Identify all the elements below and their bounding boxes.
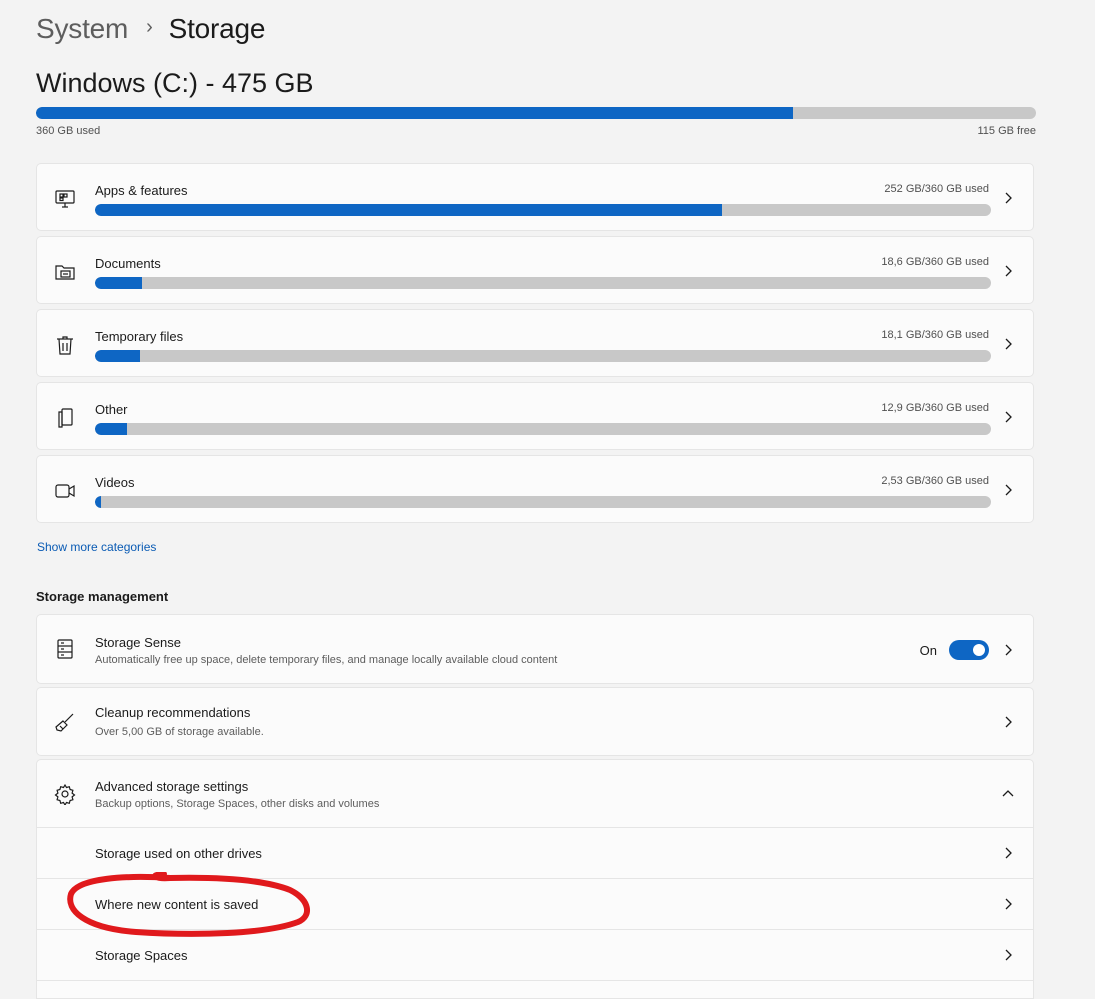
storage-spaces-row[interactable]: Storage Spaces bbox=[37, 930, 1033, 981]
storage-drive-icon bbox=[57, 639, 73, 659]
storage-sense-toggle[interactable] bbox=[949, 640, 989, 660]
sub-row-label: Storage Spaces bbox=[95, 948, 188, 963]
advanced-storage-settings: Advanced storage settings Backup options… bbox=[36, 759, 1034, 999]
category-label: Videos bbox=[95, 475, 135, 490]
gear-icon bbox=[54, 783, 76, 805]
broom-icon bbox=[55, 713, 74, 732]
category-usage-bar bbox=[95, 204, 991, 216]
drive-free-label: 115 GB free bbox=[977, 125, 1037, 137]
chevron-right-icon bbox=[1005, 898, 1012, 910]
category-documents[interactable]: Documents 18,6 GB/360 GB used bbox=[36, 236, 1034, 304]
file-icon bbox=[58, 408, 73, 428]
show-more-categories-link[interactable]: Show more categories bbox=[37, 540, 156, 554]
category-apps-features[interactable]: Apps & features 252 GB/360 GB used bbox=[36, 163, 1034, 231]
storage-sense-subtitle: Automatically free up space, delete temp… bbox=[95, 654, 558, 666]
category-usage-fill bbox=[95, 496, 102, 508]
sub-row-label: Where new content is saved bbox=[95, 897, 259, 912]
chevron-up-icon bbox=[1002, 790, 1014, 797]
category-usage-fill bbox=[95, 350, 140, 362]
category-label: Apps & features bbox=[95, 183, 188, 198]
page-title: Storage bbox=[168, 13, 266, 44]
chevron-right-icon bbox=[1005, 265, 1012, 277]
trash-icon bbox=[57, 336, 73, 355]
where-new-content-saved-row[interactable]: Where new content is saved bbox=[37, 879, 1033, 930]
category-usage-fill bbox=[95, 423, 128, 435]
category-usage-fill bbox=[95, 277, 142, 289]
category-amount: 12,9 GB/360 GB used bbox=[881, 402, 989, 414]
breadcrumb: System › Storage bbox=[36, 10, 265, 48]
apps-icon bbox=[55, 190, 75, 208]
advanced-storage-settings-header[interactable]: Advanced storage settings Backup options… bbox=[37, 760, 1033, 828]
video-icon bbox=[55, 484, 75, 498]
category-label: Documents bbox=[95, 256, 161, 271]
category-usage-fill bbox=[95, 204, 723, 216]
category-label: Other bbox=[95, 402, 128, 417]
storage-used-other-drives-row[interactable]: Storage used on other drives bbox=[37, 828, 1033, 879]
category-usage-bar bbox=[95, 423, 991, 435]
chevron-right-icon bbox=[1005, 949, 1012, 961]
folder-icon bbox=[55, 265, 75, 280]
drive-title: Windows (C:) - 475 GB bbox=[36, 68, 314, 98]
chevron-right-icon bbox=[1005, 338, 1012, 350]
category-usage-bar bbox=[95, 277, 991, 289]
chevron-right-icon bbox=[1005, 411, 1012, 423]
chevron-right-icon bbox=[1005, 644, 1012, 656]
drive-used-label: 360 GB used bbox=[36, 125, 101, 137]
advanced-storage-title: Advanced storage settings bbox=[95, 779, 249, 794]
storage-management-heading: Storage management bbox=[36, 589, 169, 604]
category-amount: 18,1 GB/360 GB used bbox=[881, 329, 989, 341]
category-label: Temporary files bbox=[95, 329, 184, 344]
drive-usage-bar bbox=[36, 107, 1036, 119]
category-usage-bar bbox=[95, 350, 991, 362]
cleanup-title: Cleanup recommendations bbox=[95, 705, 251, 720]
category-amount: 2,53 GB/360 GB used bbox=[881, 475, 989, 487]
category-amount: 18,6 GB/360 GB used bbox=[881, 256, 989, 268]
breadcrumb-system-link[interactable]: System bbox=[36, 13, 128, 45]
chevron-right-icon bbox=[1005, 192, 1012, 204]
chevron-right-icon bbox=[1005, 484, 1012, 496]
drive-usage-fill bbox=[36, 107, 793, 119]
storage-sense-title: Storage Sense bbox=[95, 635, 182, 650]
category-temporary-files[interactable]: Temporary files 18,1 GB/360 GB used bbox=[36, 309, 1034, 377]
category-amount: 252 GB/360 GB used bbox=[884, 183, 989, 195]
chevron-right-icon bbox=[1005, 716, 1012, 728]
category-other[interactable]: Other 12,9 GB/360 GB used bbox=[36, 382, 1034, 450]
toggle-knob bbox=[973, 644, 985, 656]
storage-sense-toggle-label: On bbox=[919, 643, 937, 658]
storage-sense-row[interactable]: Storage Sense Automatically free up spac… bbox=[36, 614, 1034, 684]
sub-row-label: Storage used on other drives bbox=[95, 846, 262, 861]
chevron-right-icon bbox=[1005, 847, 1012, 859]
cleanup-subtitle: Over 5,00 GB of storage available. bbox=[95, 726, 264, 738]
cleanup-recommendations-row[interactable]: Cleanup recommendations Over 5,00 GB of … bbox=[36, 687, 1034, 756]
breadcrumb-separator: › bbox=[146, 15, 153, 38]
category-videos[interactable]: Videos 2,53 GB/360 GB used bbox=[36, 455, 1034, 523]
advanced-storage-subtitle: Backup options, Storage Spaces, other di… bbox=[95, 798, 380, 810]
category-usage-bar bbox=[95, 496, 991, 508]
